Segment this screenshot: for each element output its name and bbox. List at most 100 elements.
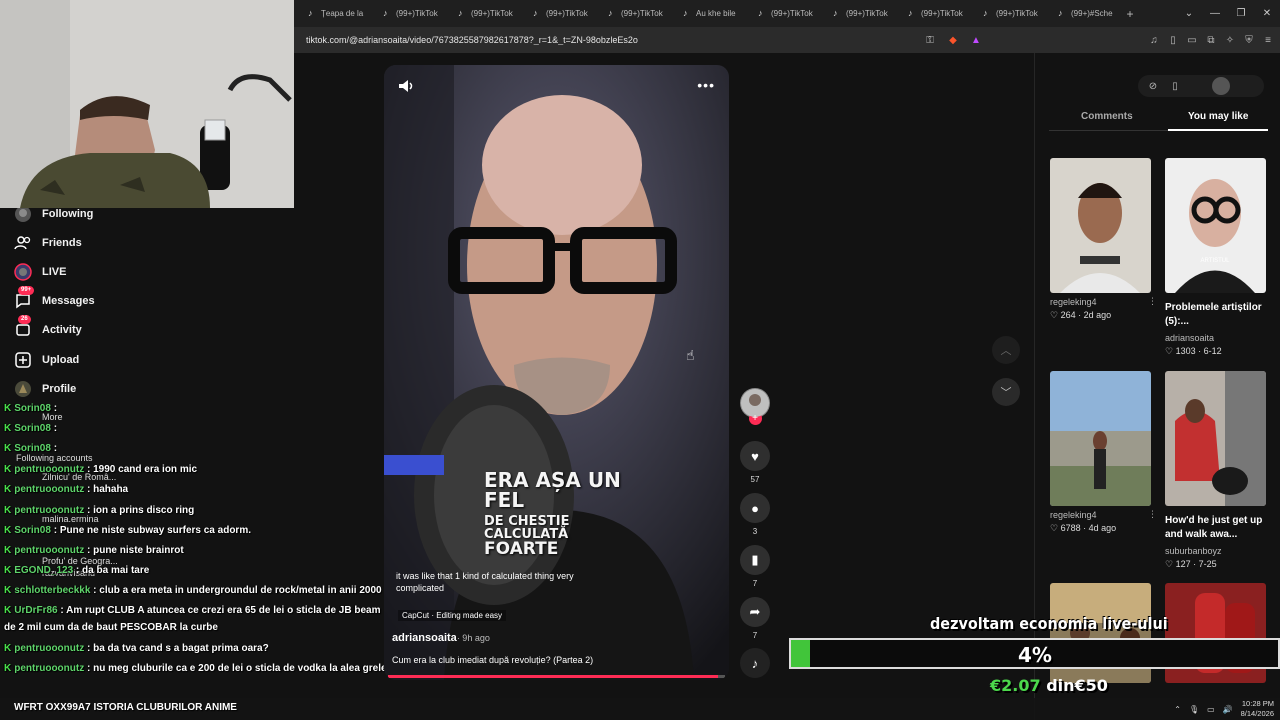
browser-tab[interactable]: ♪ (99+)TikTok xyxy=(894,0,969,27)
comment-icon: ● xyxy=(740,493,770,523)
compass-icon[interactable]: ⊘ xyxy=(1146,81,1160,92)
chat-text: ba da tva cand s a bagat prima oara? xyxy=(93,643,269,654)
music-icon[interactable]: ♫ xyxy=(1148,35,1160,46)
economy-goal: €50 xyxy=(1074,676,1108,695)
browser-tab[interactable]: ♪ (99+)TikTok xyxy=(369,0,444,27)
maximize-icon[interactable]: ❐ xyxy=(1228,8,1254,19)
video-thumbnail[interactable] xyxy=(1050,371,1151,506)
browser-tab[interactable]: ♪ (99+)TikTok xyxy=(819,0,894,27)
comment-button[interactable]: ● 3 xyxy=(738,493,772,536)
volume-icon[interactable] xyxy=(398,79,416,93)
wallet-icon[interactable]: ▭ xyxy=(1186,35,1198,46)
capcut-label[interactable]: CapCut · Editing made easy xyxy=(398,610,507,621)
browser-tab[interactable]: ♪ (99+)TikTok xyxy=(444,0,519,27)
sidebar-item-label: Profile xyxy=(42,383,77,395)
upload-icon xyxy=(14,351,32,369)
recommended-card[interactable]: regeleking4 ♡ 264 · 2d ago ⋮ xyxy=(1050,158,1157,321)
chat-text: Am rupt CLUB A atuncea ce crezi era 65 d… xyxy=(66,605,381,616)
card-title[interactable]: Problemele artiștilor (5):... xyxy=(1165,301,1266,329)
like-button[interactable]: ♥ 57 xyxy=(738,441,772,484)
tiktok-sound-icon: ♪ xyxy=(740,648,770,678)
close-icon[interactable]: ✕ xyxy=(1254,8,1280,19)
new-tab-button[interactable]: + xyxy=(1119,7,1141,21)
video-player[interactable]: ••• ERA AȘA UN FEL DE CHESTIE CALCULATĂ … xyxy=(384,65,729,680)
browser-tab[interactable]: ♪ (99+)TikTok xyxy=(594,0,669,27)
tiktok-icon: ♪ xyxy=(533,8,538,18)
chat-message: Kpentruooonutz : nu meg cluburile ca e 2… xyxy=(4,663,387,674)
rewards-icon[interactable]: ▲ xyxy=(970,35,982,46)
save-button[interactable]: ▮ 7 xyxy=(738,545,772,588)
tab-title: (99+)TikTok xyxy=(996,9,1038,18)
sidebar-item-profile[interactable]: Profile xyxy=(14,380,76,398)
video-progress-bar[interactable] xyxy=(388,675,725,678)
tiktok-icon: ♪ xyxy=(308,8,313,18)
tab-title: Au khe bile xyxy=(696,9,736,18)
browser-tab[interactable]: ♪ (99+)TikTok xyxy=(969,0,1044,27)
card-more-icon[interactable]: ⋮ xyxy=(1148,296,1157,307)
tab-comments[interactable]: Comments xyxy=(1081,111,1133,122)
leo-icon[interactable]: ✧ xyxy=(1224,35,1236,46)
card-user[interactable]: regeleking4 xyxy=(1050,297,1151,307)
next-video-button[interactable]: ﹀ xyxy=(992,378,1020,406)
chat-text: pune niste brainrot xyxy=(93,545,184,556)
clock[interactable]: 10:28 PM 8/14/2026 xyxy=(1241,699,1274,719)
sidebar-item-upload[interactable]: Upload xyxy=(14,351,79,369)
tab-you-may-like[interactable]: You may like xyxy=(1167,111,1269,131)
sidebar-item-live[interactable]: LIVE xyxy=(14,263,66,281)
recommended-card[interactable]: regeleking4 ♡ 6788 · 4d ago ⋮ xyxy=(1050,371,1157,534)
share-count: 7 xyxy=(752,631,758,640)
video-thumbnail[interactable]: ARTISTUL xyxy=(1165,158,1266,293)
author-name[interactable]: adriansoaita xyxy=(392,632,457,644)
browser-tab[interactable]: ♪ Au khe bile xyxy=(669,0,744,27)
sidebar-item-friends[interactable]: Friends xyxy=(14,234,82,252)
author-avatar[interactable]: + xyxy=(738,388,772,425)
brave-shield-icon[interactable]: ◆ xyxy=(947,35,959,46)
tab-title: (99+)TikTok xyxy=(546,9,588,18)
chevron-up-icon[interactable]: ⌃ xyxy=(1174,705,1181,714)
browser-tab[interactable]: ♪ (99+)TikTok xyxy=(519,0,594,27)
card-user[interactable]: adriansoaita xyxy=(1165,333,1266,343)
device-icon[interactable]: ▯ xyxy=(1168,81,1182,92)
video-thumbnail[interactable] xyxy=(1050,158,1151,293)
network-icon[interactable]: ▭ xyxy=(1207,705,1215,714)
chat-message: K EGOND_123 : da ba mai tare xyxy=(4,565,150,576)
card-title[interactable]: How'd he just get up and walk awa... xyxy=(1165,514,1266,542)
chat-message: Kpentruooonutz : hahaha xyxy=(4,484,129,495)
card-more-icon[interactable]: ⋮ xyxy=(1148,509,1157,520)
video-author[interactable]: adriansoaita· 9h ago xyxy=(392,632,490,644)
url-field[interactable]: tiktok.com/@adriansoaita/video/767382558… xyxy=(306,35,918,45)
chat-user: pentruooonutz xyxy=(14,484,85,495)
extensions-icon[interactable]: ⧉ xyxy=(1205,35,1217,46)
sidebar-icon[interactable]: ▯ xyxy=(1167,35,1179,46)
user-avatar[interactable] xyxy=(1212,77,1230,95)
sidebar-item-activity[interactable]: 26 Activity xyxy=(14,315,82,339)
sound-button[interactable]: ♪ xyxy=(738,648,772,678)
browser-tab[interactable]: ♪ Țeapa de la xyxy=(294,0,369,27)
microphone-icon[interactable]: 🎙 xyxy=(1189,705,1199,714)
tab-list-icon[interactable]: ⌄ xyxy=(1176,8,1202,19)
volume-tray-icon[interactable]: 🔊 xyxy=(1223,705,1233,714)
sidebar-item-label: LIVE xyxy=(42,266,67,278)
card-user[interactable]: suburbanboyz xyxy=(1165,546,1266,556)
minimize-icon[interactable]: — xyxy=(1202,8,1228,19)
card-time: 7-25 xyxy=(1198,559,1217,569)
card-likes: 6788 xyxy=(1060,523,1081,533)
previous-video-button[interactable]: ︿ xyxy=(992,336,1020,364)
card-user[interactable]: regeleking4 xyxy=(1050,510,1151,520)
chat-text: Pune ne niste subway surfers ca adorm. xyxy=(59,525,251,536)
video-thumbnail[interactable] xyxy=(1165,371,1266,506)
tab-title: (99+)TikTok xyxy=(621,9,663,18)
key-icon[interactable]: ⚿ xyxy=(924,35,936,46)
chat-user: Sorin08 xyxy=(14,443,51,454)
more-options-icon[interactable]: ••• xyxy=(697,77,715,93)
menu-icon[interactable]: ≡ xyxy=(1262,35,1274,46)
recommended-card[interactable]: ARTISTUL Problemele artiștilor (5):... a… xyxy=(1165,158,1266,357)
recommended-card[interactable]: How'd he just get up and walk awa... sub… xyxy=(1165,371,1266,570)
browser-tab[interactable]: ♪ (99+)#Sche xyxy=(1044,0,1119,27)
progress-fill xyxy=(388,675,719,678)
sidebar-item-messages[interactable]: 99+ Messages xyxy=(14,286,95,310)
browser-tab[interactable]: ♪ (99+)TikTok xyxy=(744,0,819,27)
share-button[interactable]: ➦ 7 xyxy=(738,597,772,640)
chat-user: Sorin08 xyxy=(14,423,51,434)
vpn-icon[interactable]: ⛨ xyxy=(1243,35,1255,46)
